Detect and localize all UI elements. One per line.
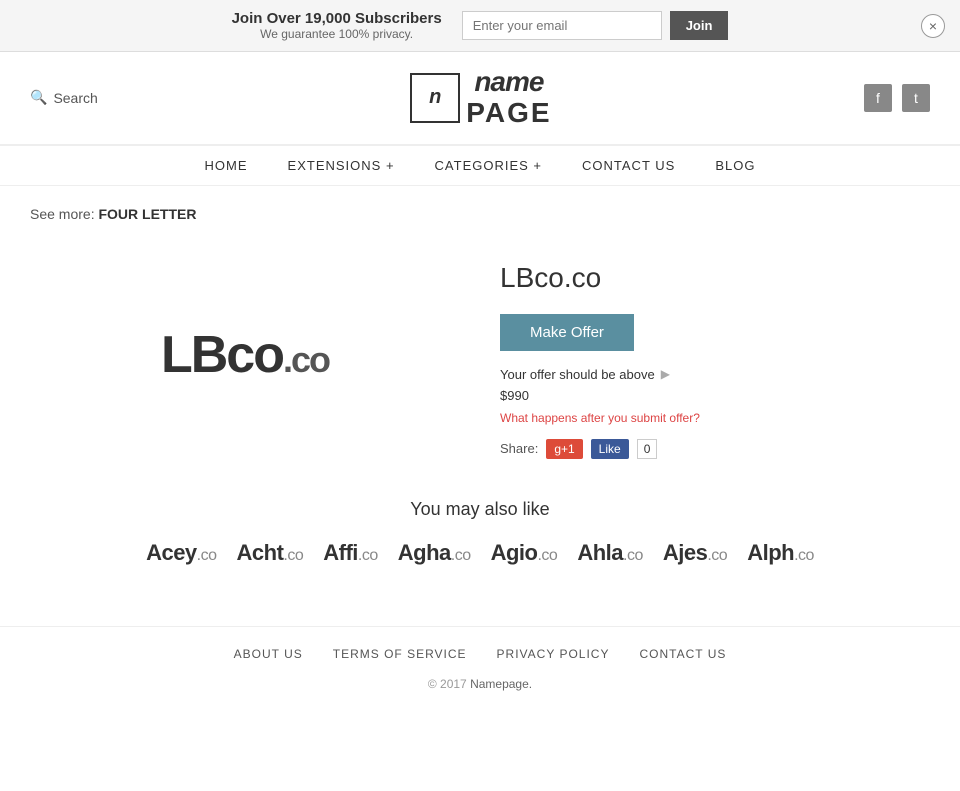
footer: ABOUT US TERMS OF SERVICE PRIVACY POLICY CO… — [0, 626, 960, 711]
domain-logo-ext: .co — [283, 339, 329, 380]
footer-link[interactable]: TERMS OF SERVICE — [333, 647, 467, 661]
banner-title: Join Over 19,000 Subscribers — [232, 10, 442, 27]
facebook-icon[interactable]: f — [864, 84, 892, 112]
banner-subtitle: We guarantee 100% privacy. — [232, 27, 442, 41]
content-area: LBco.co LBco.co Make Offer Your offer sh… — [30, 252, 930, 459]
also-like-item[interactable]: Ahla.co — [577, 540, 643, 566]
also-like-item[interactable]: Affi.co — [323, 540, 378, 566]
close-banner-button[interactable]: × — [921, 14, 945, 38]
join-button[interactable]: Join — [670, 11, 729, 40]
footer-link[interactable]: CONTACT US — [639, 647, 726, 661]
see-more-section: See more: FOUR LETTER — [30, 206, 930, 222]
footer-links: ABOUT US TERMS OF SERVICE PRIVACY POLICY CO… — [30, 647, 930, 661]
offer-info: Your offer should be above ▶ — [500, 367, 930, 382]
search-icon: 🔍 — [30, 89, 47, 106]
footer-site-name[interactable]: Namepage. — [470, 677, 532, 691]
main-content: See more: FOUR LETTER LBco.co LBco.co Ma… — [0, 186, 960, 626]
top-banner: Join Over 19,000 Subscribers We guarante… — [0, 0, 960, 52]
facebook-count: 0 — [637, 439, 658, 459]
domain-title: LBco.co — [500, 262, 930, 294]
nav-home[interactable]: HOME — [205, 158, 248, 173]
logo-name: name — [474, 66, 543, 97]
see-more-link[interactable]: FOUR LETTER — [98, 206, 196, 222]
nav-categories[interactable]: CATEGORIES + — [435, 158, 542, 173]
social-links: f t — [864, 84, 930, 112]
banner-form: Join — [462, 11, 729, 40]
nav-blog[interactable]: BLOG — [715, 158, 755, 173]
also-like-item[interactable]: Acht.co — [237, 540, 304, 566]
also-like-item[interactable]: Alph.co — [747, 540, 814, 566]
offer-above-text: Your offer should be above — [500, 367, 655, 382]
footer-link[interactable]: ABOUT US — [234, 647, 303, 661]
also-like-item[interactable]: Acey.co — [146, 540, 216, 566]
main-nav: HOME EXTENSIONS + CATEGORIES + CONTACT U… — [0, 145, 960, 186]
also-like-item[interactable]: Agha.co — [398, 540, 471, 566]
footer-copyright: © 2017 Namepage. — [30, 677, 930, 691]
copyright-year: © 2017 — [428, 677, 467, 691]
offer-link[interactable]: What happens after you submit offer? — [500, 411, 930, 425]
header: 🔍 Search n name PAGE f t — [0, 52, 960, 145]
logo-page: PAGE — [466, 97, 551, 128]
share-label: Share: — [500, 441, 538, 456]
also-like-grid: Acey.co Acht.co Affi.co Agha.co Agio.co Ahla.… — [30, 540, 930, 566]
domain-info: LBco.co Make Offer Your offer should be … — [500, 252, 930, 459]
logo-icon: n — [410, 73, 460, 123]
domain-logo-area: LBco.co — [30, 252, 460, 459]
offer-price: $990 — [500, 388, 930, 403]
twitter-icon[interactable]: t — [902, 84, 930, 112]
make-offer-button[interactable]: Make Offer — [500, 314, 634, 351]
also-like-section: You may also like Acey.coAcht.coAffi.coA… — [30, 499, 930, 566]
also-like-title: You may also like — [30, 499, 930, 520]
facebook-like-button[interactable]: Like — [591, 439, 629, 459]
share-row: Share: g+1 Like 0 — [500, 439, 930, 459]
domain-logo-main: LBco — [161, 326, 283, 384]
see-more-prefix: See more: — [30, 206, 95, 222]
gplus-button[interactable]: g+1 — [546, 439, 582, 459]
nav-contact[interactable]: CONTACT US — [582, 158, 675, 173]
search-area[interactable]: 🔍 Search — [30, 89, 98, 106]
footer-link[interactable]: PRIVACY POLICY — [497, 647, 610, 661]
also-like-item[interactable]: Agio.co — [491, 540, 558, 566]
email-input[interactable] — [462, 11, 662, 40]
search-label: Search — [53, 90, 97, 106]
logo[interactable]: n name PAGE — [410, 67, 551, 129]
banner-text: Join Over 19,000 Subscribers We guarante… — [232, 10, 442, 41]
nav-extensions[interactable]: EXTENSIONS + — [288, 158, 395, 173]
offer-arrow-icon: ▶ — [661, 367, 670, 381]
domain-logo: LBco.co — [161, 325, 329, 385]
also-like-item[interactable]: Ajes.co — [663, 540, 727, 566]
